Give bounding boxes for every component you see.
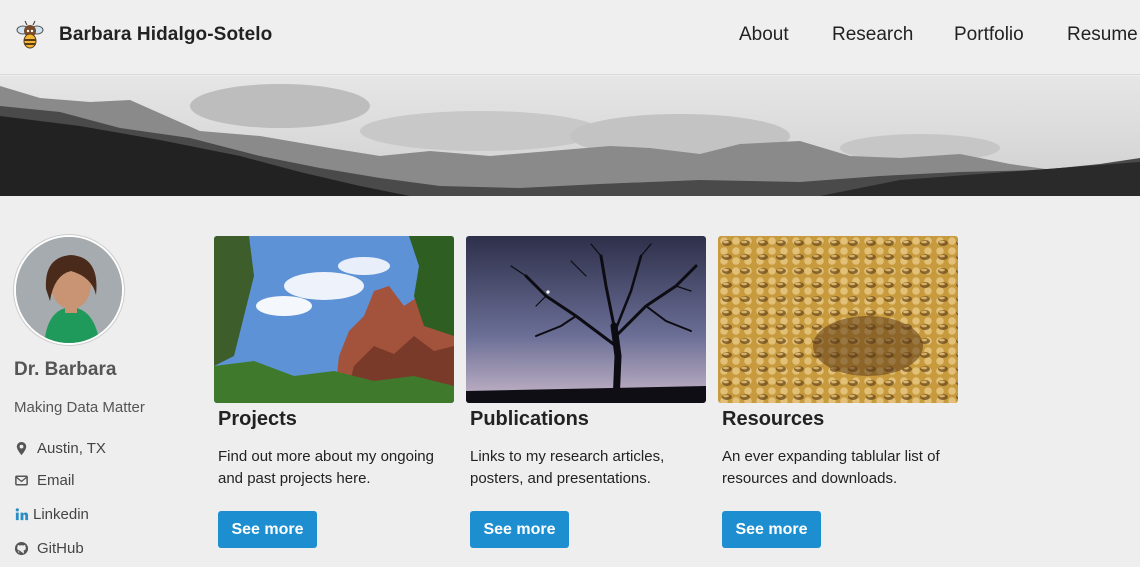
projects-image[interactable] [214, 236, 454, 403]
card-projects: Projects Find out more about my ongoing … [214, 236, 454, 556]
card-excerpt: An ever expanding tablular list of resou… [722, 448, 940, 487]
avatar [14, 235, 124, 345]
author-name: Dr. Barbara [14, 359, 117, 380]
resources-image[interactable] [718, 236, 958, 403]
card-publications: Publications Links to my research articl… [466, 236, 706, 556]
nav-about[interactable]: About [739, 24, 789, 46]
author-github-label: GitHub [37, 540, 84, 557]
card-excerpt: Find out more about my ongoing and past … [218, 448, 434, 487]
author-location-label: Austin, TX [37, 440, 106, 457]
nav-resume[interactable]: Resume [1067, 24, 1138, 46]
envelope-icon [15, 475, 28, 486]
masthead: Barbara Hidalgo-Sotelo About Research Po… [0, 0, 1140, 75]
author-email-label: Email [37, 472, 75, 489]
see-more-button[interactable]: See more [470, 511, 569, 548]
publications-image[interactable] [466, 236, 706, 403]
nav-portfolio[interactable]: Portfolio [954, 24, 1024, 46]
author-bio: Making Data Matter [14, 399, 145, 416]
author-linkedin-label: Linkedin [33, 506, 89, 523]
see-more-button[interactable]: See more [218, 511, 317, 548]
card-title[interactable]: Projects [218, 408, 297, 431]
nav-research[interactable]: Research [832, 24, 913, 46]
bee-logo-icon[interactable] [14, 19, 46, 51]
author-sidebar: Dr. Barbara Making Data Matter Austin, T… [0, 196, 200, 567]
author-github-link[interactable]: GitHub [14, 540, 84, 557]
site-title[interactable]: Barbara Hidalgo-Sotelo [59, 24, 272, 46]
card-excerpt: Links to my research articles, posters, … [470, 448, 665, 487]
see-more-button[interactable]: See more [722, 511, 821, 548]
card-resources: Resources An ever expanding tablular lis… [718, 236, 958, 556]
author-email-link[interactable]: Email [14, 472, 75, 489]
card-title[interactable]: Publications [470, 408, 589, 431]
hero-banner [0, 76, 1140, 196]
location-pin-icon [16, 441, 27, 456]
card-title[interactable]: Resources [722, 408, 824, 431]
mountain-panorama-image [0, 76, 1140, 196]
author-location: Austin, TX [14, 440, 106, 457]
author-linkedin-link[interactable]: Linkedin [14, 506, 89, 523]
github-icon [14, 541, 29, 556]
linkedin-icon [15, 508, 29, 521]
